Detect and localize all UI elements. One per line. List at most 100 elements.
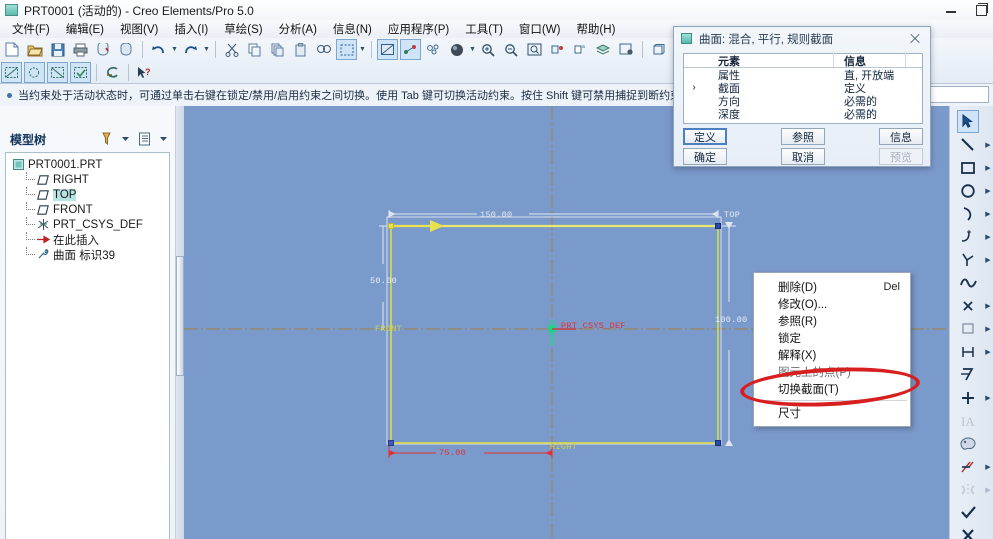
fillet-icon[interactable] — [957, 225, 979, 248]
context-menu-item-references[interactable]: 参照(R) — [754, 312, 910, 329]
help-pointer-icon[interactable]: ? — [134, 62, 155, 83]
spin-center-icon[interactable] — [102, 62, 123, 83]
palette-icon[interactable] — [957, 432, 979, 455]
zoom-out-icon[interactable] — [501, 39, 522, 60]
menu-window[interactable]: 窗口(W) — [511, 20, 569, 38]
arc-submenu-caret[interactable]: ▶ — [984, 210, 992, 218]
define-button[interactable]: 定义 — [683, 128, 727, 145]
redo-dropdown-caret[interactable]: ▼ — [202, 39, 211, 60]
filter-dropdown-caret[interactable] — [117, 131, 134, 148]
arc-icon[interactable] — [957, 202, 979, 225]
trim-submenu-caret[interactable]: ▶ — [984, 463, 992, 471]
shading-dropdown-caret[interactable]: ▼ — [468, 39, 477, 60]
select-dropdown-caret[interactable]: ▼ — [358, 39, 367, 60]
view-box-1-icon[interactable] — [648, 39, 669, 60]
menu-analysis[interactable]: 分析(A) — [271, 20, 325, 38]
open-file-icon[interactable] — [24, 39, 45, 60]
redo-icon[interactable] — [180, 39, 201, 60]
zoom-in-icon[interactable] — [478, 39, 499, 60]
tree-node-right[interactable]: RIGHT — [6, 172, 169, 187]
find-icon[interactable] — [313, 39, 334, 60]
cancel-cross-icon[interactable] — [957, 524, 979, 539]
dimension-left-label[interactable]: 50.00 — [370, 276, 397, 286]
copy-special-icon[interactable] — [267, 39, 288, 60]
appearance-icon[interactable] — [547, 39, 568, 60]
point-submenu-caret[interactable]: ▶ — [984, 302, 992, 310]
datum-point-display-icon[interactable] — [47, 62, 68, 83]
menu-applications[interactable]: 应用程序(P) — [380, 20, 457, 38]
table-row[interactable]: 深度 必需的 — [684, 107, 922, 121]
undo-dropdown-caret[interactable]: ▼ — [170, 39, 179, 60]
copy-icon[interactable] — [244, 39, 265, 60]
select-box-icon[interactable] — [336, 39, 357, 60]
menu-view[interactable]: 视图(V) — [112, 20, 166, 38]
context-menu-item-obscured[interactable]: 图元上的点(P) — [754, 363, 910, 380]
datum-point-icon[interactable] — [423, 39, 444, 60]
modify-dimension-icon[interactable] — [957, 363, 979, 386]
mail-icon[interactable] — [116, 39, 137, 60]
context-menu-item-dimension[interactable]: 尺寸 — [754, 404, 910, 421]
datum-axis-display-icon[interactable] — [24, 62, 45, 83]
layers-stack-icon[interactable] — [593, 39, 614, 60]
cancel-button[interactable]: 取消 — [781, 148, 825, 165]
datum-axis-icon[interactable] — [400, 39, 421, 60]
tree-settings-icon[interactable] — [136, 131, 153, 148]
ok-button[interactable]: 确定 — [683, 148, 727, 165]
rectangle-submenu-caret[interactable]: ▶ — [984, 164, 992, 172]
paste-icon[interactable] — [290, 39, 311, 60]
refit-icon[interactable] — [524, 39, 545, 60]
tree-node-front[interactable]: FRONT — [6, 202, 169, 217]
trim-icon[interactable] — [957, 455, 979, 478]
dimension-right-label[interactable]: 100.00 — [715, 315, 747, 325]
dimension-icon[interactable] — [957, 340, 979, 363]
tree-settings-dropdown-caret[interactable] — [155, 131, 172, 148]
datum-plane-display-icon[interactable] — [1, 62, 22, 83]
scrollbar-thumb[interactable] — [176, 256, 184, 376]
datum-front-label[interactable]: FRONT — [375, 324, 402, 334]
menu-edit[interactable]: 编辑(E) — [58, 20, 112, 38]
menu-sketch[interactable]: 草绘(S) — [216, 20, 270, 38]
fillet-submenu-caret[interactable]: ▶ — [984, 233, 992, 241]
spline-icon[interactable] — [957, 271, 979, 294]
undo-icon[interactable] — [148, 39, 169, 60]
constraint-submenu-caret[interactable]: ▶ — [984, 394, 992, 402]
datum-csys-display-icon[interactable] — [70, 62, 91, 83]
filter-icon[interactable] — [98, 131, 115, 148]
tree-node-top[interactable]: TOP — [6, 187, 169, 202]
new-file-icon[interactable] — [1, 39, 22, 60]
chamfer-submenu-caret[interactable]: ▶ — [984, 256, 992, 264]
close-icon[interactable] — [907, 31, 923, 47]
save-icon[interactable] — [47, 39, 68, 60]
graphics-left-scrollbar[interactable] — [176, 106, 184, 539]
offset-edge-icon[interactable] — [957, 317, 979, 340]
tree-node-csys[interactable]: PRT_CSYS_DEF — [6, 217, 169, 232]
context-menu[interactable]: 删除(D) Del 修改(O)... 参照(R) 锁定 解释(X) 图元上的点(… — [753, 272, 911, 427]
refs-button[interactable]: 参照 — [781, 128, 825, 145]
constraint-icon[interactable] — [957, 386, 979, 409]
tree-node-part[interactable]: PRT0001.PRT — [6, 157, 169, 172]
context-menu-item-explain[interactable]: 解释(X) — [754, 346, 910, 363]
model-tree-list[interactable]: PRT0001.PRT RIGHT TOP FRONT PRT_CSYS_DEF… — [5, 152, 170, 539]
minimize-button[interactable] — [943, 2, 959, 18]
datum-top-label[interactable]: TOP — [724, 210, 740, 220]
line-submenu-caret[interactable]: ▶ — [984, 141, 992, 149]
maximize-button[interactable] — [973, 2, 989, 18]
tree-node-surface-feature[interactable]: 曲面 标识39 — [6, 247, 169, 262]
line-icon[interactable] — [957, 133, 979, 156]
offset-submenu-caret[interactable]: ▶ — [984, 325, 992, 333]
menu-file[interactable]: 文件(F) — [4, 20, 58, 38]
cut-icon[interactable] — [221, 39, 242, 60]
rectangle-icon[interactable] — [957, 156, 979, 179]
dimension-submenu-caret[interactable]: ▶ — [984, 348, 992, 356]
dimension-top-label[interactable]: 150.00 — [480, 210, 512, 220]
tree-node-insert-here[interactable]: 在此插入 — [6, 232, 169, 247]
menu-info[interactable]: 信息(N) — [325, 20, 380, 38]
dimension-bottom-label[interactable]: 75.00 — [439, 448, 466, 458]
menu-tools[interactable]: 工具(T) — [457, 20, 511, 38]
csys-label[interactable]: PRT_CSYS_DEF — [561, 321, 626, 331]
context-menu-item-delete[interactable]: 删除(D) Del — [754, 278, 910, 295]
info-button[interactable]: 信息 — [879, 128, 923, 145]
circle-icon[interactable] — [957, 179, 979, 202]
context-menu-item-modify[interactable]: 修改(O)... — [754, 295, 910, 312]
context-menu-item-toggle-section[interactable]: 切换截面(T) — [754, 380, 910, 397]
